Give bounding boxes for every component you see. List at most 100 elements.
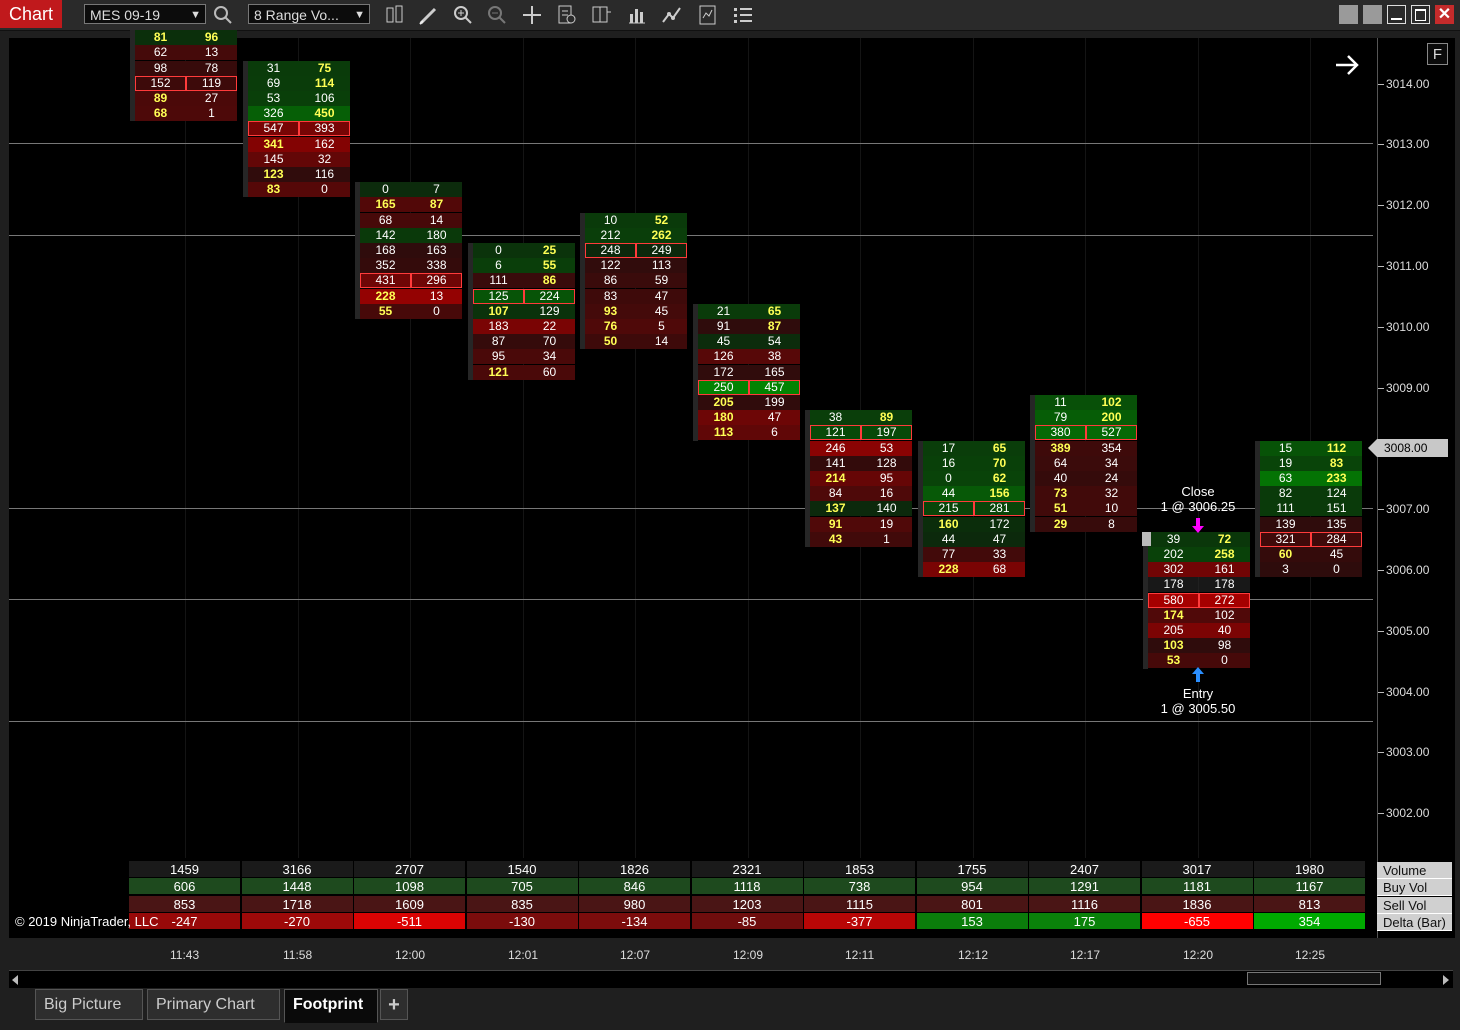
entry-label: Entry 1 @ 3005.50 xyxy=(1148,686,1248,716)
close-icon[interactable]: ✕ xyxy=(1435,5,1454,24)
ask-volume-cell: 70 xyxy=(524,334,575,350)
zoom-in-icon[interactable] xyxy=(452,4,474,26)
vertical-gridline xyxy=(748,38,749,858)
buy-vol-cell: 1181 xyxy=(1141,878,1254,896)
indicators-icon[interactable] xyxy=(626,4,648,26)
bid-volume-cell: 321 xyxy=(1260,531,1311,547)
footprint-row: 07 xyxy=(360,182,462,198)
arrow-right-icon[interactable] xyxy=(1333,53,1361,77)
footprint-row: 141 128 xyxy=(810,455,912,471)
price-axis[interactable]: 3014.00 3013.00 3012.00 3011.00 3010.00 3009.… xyxy=(1377,38,1455,938)
footprint-row: 60 45 xyxy=(1260,547,1362,563)
restore-icon[interactable] xyxy=(1339,5,1358,24)
vertical-gridline xyxy=(523,38,524,858)
volume-cell: 2707 xyxy=(354,861,466,878)
volume-cell: 3166 xyxy=(241,861,354,878)
strategies-icon[interactable] xyxy=(661,4,683,26)
crosshair-icon[interactable] xyxy=(521,4,543,26)
ask-volume-cell: 172 xyxy=(974,516,1025,532)
bid-volume-cell: 81 xyxy=(135,30,186,46)
ask-volume-cell: 178 xyxy=(1199,577,1250,593)
footprint-row: 10 52 xyxy=(585,212,687,228)
close-label: Close 1 @ 3006.25 xyxy=(1148,484,1248,514)
price-label: 3004.00 xyxy=(1386,684,1430,699)
bid-volume-cell: 68 xyxy=(135,106,186,122)
bid-volume-cell: 580 xyxy=(1148,592,1199,608)
exit-arrow-icon xyxy=(1192,518,1204,533)
ask-volume-cell: 68 xyxy=(974,562,1025,578)
horizontal-scrollbar[interactable] xyxy=(9,970,1453,988)
delta-cell: -130 xyxy=(466,912,579,930)
bid-volume-cell: 205 xyxy=(698,395,749,411)
ask-volume-cell: 128 xyxy=(861,455,912,471)
footprint-row: 44 156 xyxy=(923,486,1025,502)
footprint-row: 250 457 xyxy=(698,379,800,395)
bid-volume-cell: 123 xyxy=(248,167,299,183)
bid-volume-cell: 165 xyxy=(360,197,411,213)
footprint-row: 31 75 xyxy=(248,60,350,76)
footprint-row: 202 258 xyxy=(1148,547,1250,563)
price-label: 3002.00 xyxy=(1386,806,1430,821)
bid-volume-cell: 19 xyxy=(1260,455,1311,471)
ask-volume-cell: 224 xyxy=(524,288,575,304)
tab-footprint[interactable]: Footprint xyxy=(284,989,378,1023)
bars-icon[interactable] xyxy=(384,4,406,26)
bid-volume-cell: 228 xyxy=(360,288,411,304)
zoom-out-icon[interactable] xyxy=(486,4,508,26)
pencil-icon[interactable] xyxy=(418,4,440,26)
ask-volume-cell: 199 xyxy=(749,395,800,411)
footprint-row: 82 124 xyxy=(1260,486,1362,502)
ask-volume-cell: 116 xyxy=(299,167,350,183)
footprint-row: 431 296 xyxy=(360,273,462,289)
templates-icon[interactable] xyxy=(591,4,613,26)
price-tick xyxy=(1378,509,1384,511)
price-label: 3012.00 xyxy=(1386,198,1430,213)
bid-volume-cell: 11 xyxy=(1035,395,1086,411)
footprint-row: 62 13 xyxy=(135,45,237,61)
scroll-left-icon[interactable] xyxy=(12,975,18,985)
ask-volume-cell: 47 xyxy=(974,531,1025,547)
scroll-right-icon[interactable] xyxy=(1443,975,1449,985)
bid-volume-cell: 380 xyxy=(1035,425,1086,441)
bid-volume-cell: 145 xyxy=(248,151,299,167)
data-box-icon[interactable] xyxy=(697,4,719,26)
bar-type-selector[interactable]: 8 Range Vo... ▼ xyxy=(248,4,370,24)
restore-icon[interactable] xyxy=(1363,5,1382,24)
delta-cell: -377 xyxy=(804,912,916,930)
footprint-row: 19 83 xyxy=(1260,455,1362,471)
sell-vol-cell: 1115 xyxy=(804,895,916,913)
menu-icon[interactable] xyxy=(732,4,754,26)
footprint-row: 111 151 xyxy=(1260,501,1362,517)
ask-volume-cell: 16 xyxy=(861,486,912,502)
bid-volume-cell: 212 xyxy=(585,227,636,243)
bid-volume-cell: 103 xyxy=(1148,638,1199,654)
ask-volume-cell: 0 xyxy=(411,303,462,319)
footprint-row: 15 112 xyxy=(1260,440,1362,456)
bid-volume-cell: 3 xyxy=(1260,562,1311,578)
footprint-row: 103 98 xyxy=(1148,638,1250,654)
footprint-row: 139 135 xyxy=(1260,516,1362,532)
tab-primary-chart[interactable]: Primary Chart xyxy=(147,989,280,1020)
search-icon[interactable] xyxy=(212,4,234,26)
ask-volume-cell: 161 xyxy=(1199,562,1250,578)
maximize-icon[interactable] xyxy=(1411,5,1430,24)
tab-big-picture[interactable]: Big Picture xyxy=(35,989,143,1020)
instrument-selector[interactable]: MES 09-19 ▼ xyxy=(84,4,206,24)
time-label: 12:17 xyxy=(1070,948,1101,962)
ask-volume-cell: 262 xyxy=(636,227,687,243)
bid-volume-cell: 125 xyxy=(473,288,524,304)
add-tab-button[interactable]: + xyxy=(380,989,408,1020)
bid-volume-cell: 205 xyxy=(1148,623,1199,639)
scroll-thumb[interactable] xyxy=(1247,972,1381,985)
bid-volume-cell: 122 xyxy=(585,258,636,274)
minimize-icon[interactable] xyxy=(1387,5,1406,24)
buy-vol-cell: 1448 xyxy=(241,878,354,896)
footprint-row: 172 165 xyxy=(698,364,800,380)
properties-icon[interactable] xyxy=(556,4,578,26)
bid-volume-cell: 137 xyxy=(810,501,861,517)
f-button[interactable]: F xyxy=(1427,43,1448,65)
ask-volume-cell: 13 xyxy=(186,45,237,61)
ask-volume-cell: 52 xyxy=(636,212,687,228)
ask-volume-cell: 19 xyxy=(861,516,912,532)
time-label: 12:25 xyxy=(1295,948,1326,962)
